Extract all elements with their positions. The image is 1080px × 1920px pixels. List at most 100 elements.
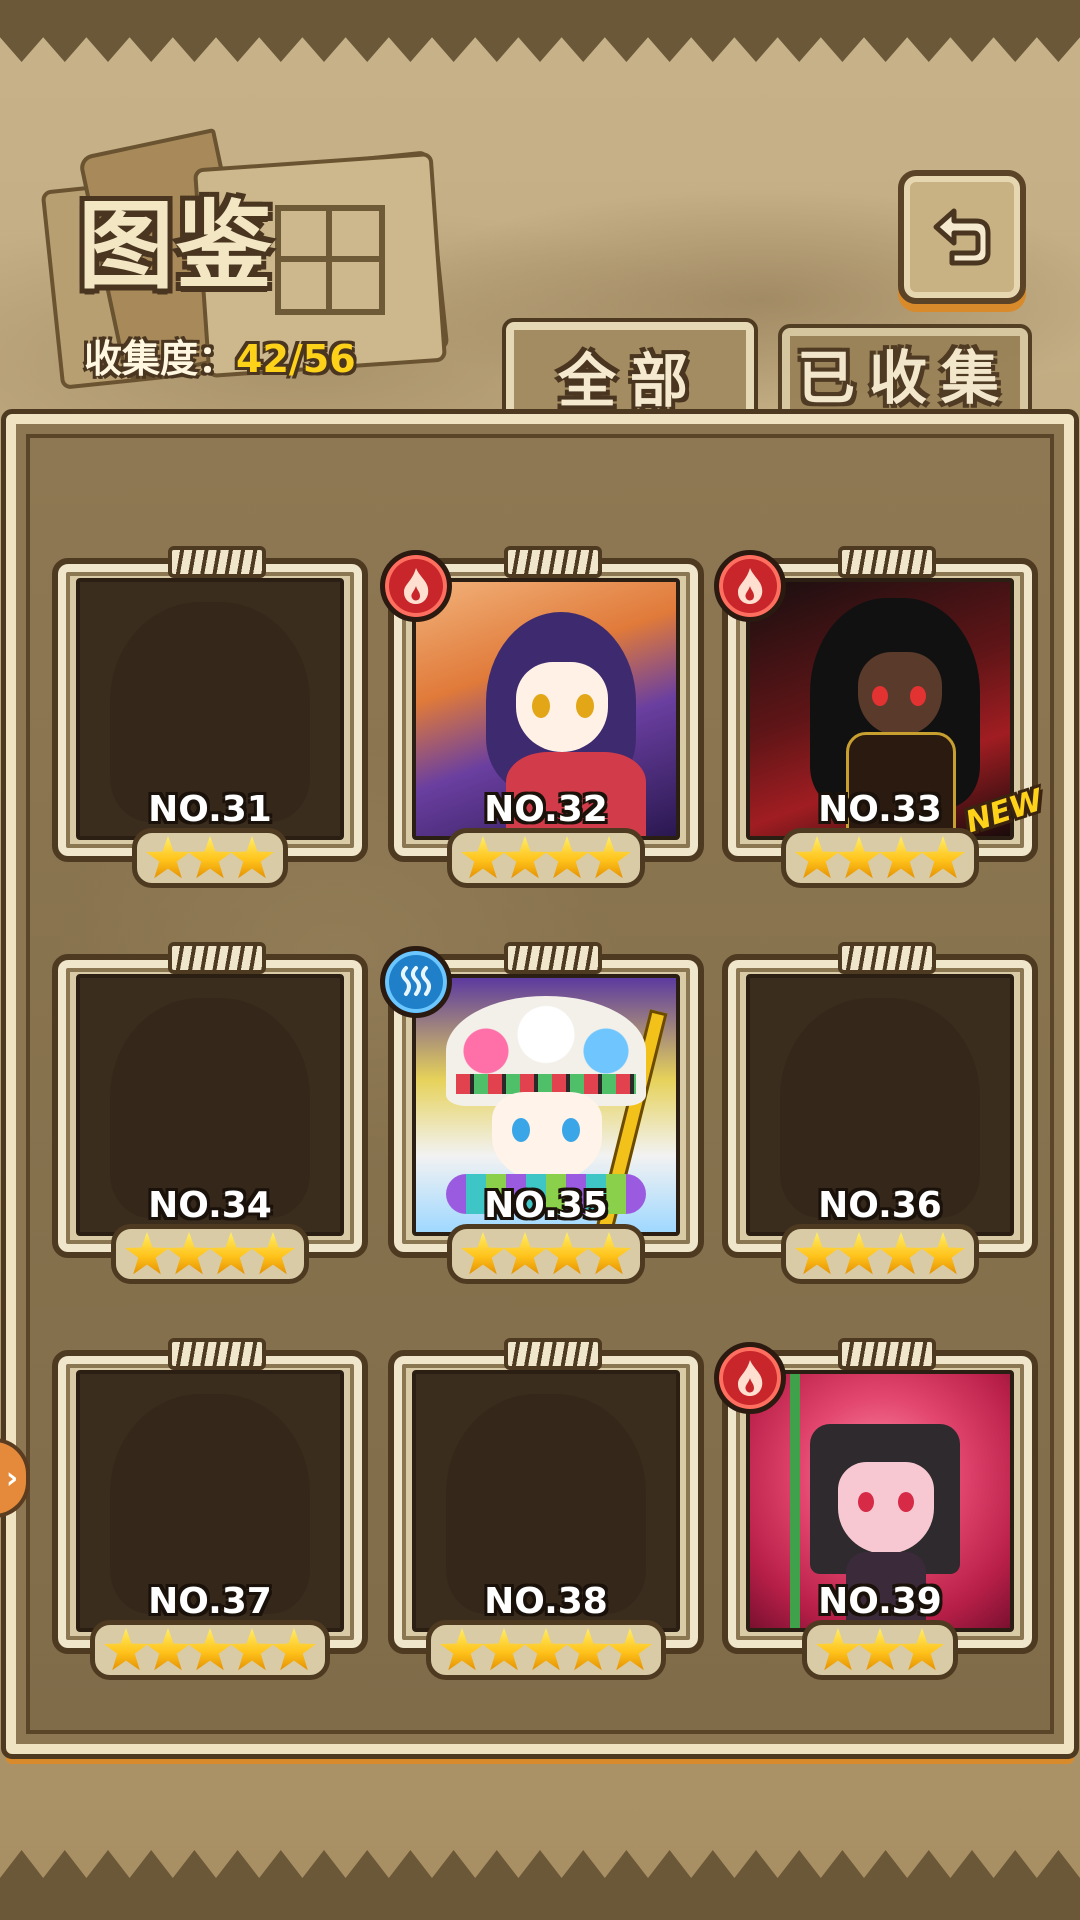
star-icon: [439, 1627, 485, 1671]
face: [492, 1092, 602, 1182]
card-34[interactable]: NO.34: [52, 942, 368, 1288]
star-icon: [920, 1231, 966, 1275]
flame-icon: [738, 568, 763, 604]
card-number: NO.38: [484, 1581, 608, 1622]
rarity-stars: [388, 828, 704, 888]
star-icon: [565, 1627, 611, 1671]
eye: [872, 686, 888, 706]
card-number: NO.39: [818, 1581, 942, 1622]
star-icon: [145, 835, 191, 879]
star-icon: [878, 835, 924, 879]
portrait-locked: NO.38: [412, 1370, 680, 1632]
card-number: NO.32: [484, 789, 608, 830]
face: [516, 662, 608, 752]
character-portrait: NO.33: [746, 578, 1014, 840]
star-icon: [103, 1627, 149, 1671]
fire-element-icon: [714, 1342, 786, 1414]
fire-element-icon: [714, 550, 786, 622]
eye: [532, 694, 550, 718]
page-title: 图鉴: [78, 189, 274, 302]
rarity-stars: [722, 828, 1038, 888]
eye: [898, 1492, 914, 1512]
headband: [456, 1074, 636, 1094]
card-35[interactable]: NO.35: [380, 942, 704, 1288]
rarity-stars: [722, 1620, 1038, 1680]
rarity-stars: [388, 1224, 704, 1284]
star-icon: [899, 1627, 945, 1671]
star-icon: [502, 835, 548, 879]
portrait-locked: NO.34: [76, 974, 344, 1236]
back-button[interactable]: [898, 170, 1026, 304]
star-icon: [229, 835, 275, 879]
portrait-locked: NO.31: [76, 578, 344, 840]
card-number: NO.37: [148, 1581, 272, 1622]
star-icon: [271, 1627, 317, 1671]
eye: [910, 686, 926, 706]
card-36[interactable]: NO.36: [722, 942, 1038, 1288]
fire-element-icon: [380, 550, 452, 622]
star-icon: [815, 1627, 861, 1671]
star-icon: [586, 835, 632, 879]
book-grid-icon: [275, 205, 385, 315]
eye: [576, 694, 594, 718]
character-portrait: NO.39: [746, 1370, 1014, 1632]
character-portrait: NO.32: [412, 578, 680, 840]
star-icon: [481, 1627, 527, 1671]
rarity-stars: [52, 828, 368, 888]
star-icon: [607, 1627, 653, 1671]
collection-progress: 收集度：42/56: [84, 328, 356, 383]
card-37[interactable]: NO.37: [52, 1338, 368, 1684]
character-portrait: NO.35: [412, 974, 680, 1236]
star-icon: [544, 835, 590, 879]
card-number: NO.31: [148, 789, 272, 830]
star-icon: [920, 835, 966, 879]
portrait-locked: NO.36: [746, 974, 1014, 1236]
card-39[interactable]: NO.39: [714, 1338, 1038, 1684]
eye: [512, 1118, 530, 1142]
star-icon: [836, 835, 882, 879]
card-number: NO.34: [148, 1185, 272, 1226]
rarity-stars: [722, 1224, 1038, 1284]
star-icon: [229, 1627, 275, 1671]
eye: [858, 1492, 874, 1512]
star-icon: [145, 1627, 191, 1671]
collection-value: 42/56: [236, 337, 356, 381]
rarity-stars: [388, 1620, 704, 1680]
star-icon: [187, 835, 233, 879]
card-32[interactable]: NO.32: [380, 546, 704, 892]
water-element-icon: [380, 946, 452, 1018]
collection-label: 收集度：: [84, 337, 237, 381]
star-icon: [250, 1231, 296, 1275]
star-icon: [124, 1231, 170, 1275]
eye: [562, 1118, 580, 1142]
tab-collected[interactable]: 已收集: [778, 324, 1032, 414]
flame-icon: [738, 1360, 763, 1396]
star-icon: [586, 1231, 632, 1275]
card-number: NO.35: [484, 1185, 608, 1226]
card-38[interactable]: NO.38: [388, 1338, 704, 1684]
rarity-stars: [52, 1224, 368, 1284]
card-number: NO.36: [818, 1185, 942, 1226]
star-icon: [166, 1231, 212, 1275]
star-icon: [460, 835, 506, 879]
star-icon: [544, 1231, 590, 1275]
rarity-stars: [52, 1620, 368, 1680]
flame-icon: [404, 568, 429, 604]
star-icon: [794, 835, 840, 879]
star-icon: [878, 1231, 924, 1275]
face: [838, 1462, 934, 1554]
star-icon: [208, 1231, 254, 1275]
card-31[interactable]: NO.31: [52, 546, 368, 892]
tab-all[interactable]: 全部: [502, 318, 758, 426]
star-icon: [836, 1231, 882, 1275]
star-icon: [502, 1231, 548, 1275]
portrait-locked: NO.37: [76, 1370, 344, 1632]
star-icon: [857, 1627, 903, 1671]
card-33[interactable]: NO.33 NEW: [714, 546, 1047, 892]
face: [858, 652, 942, 736]
star-icon: [460, 1231, 506, 1275]
waves-icon: [401, 966, 431, 996]
star-icon: [523, 1627, 569, 1671]
star-icon: [187, 1627, 233, 1671]
back-arrow-icon: [933, 208, 991, 266]
